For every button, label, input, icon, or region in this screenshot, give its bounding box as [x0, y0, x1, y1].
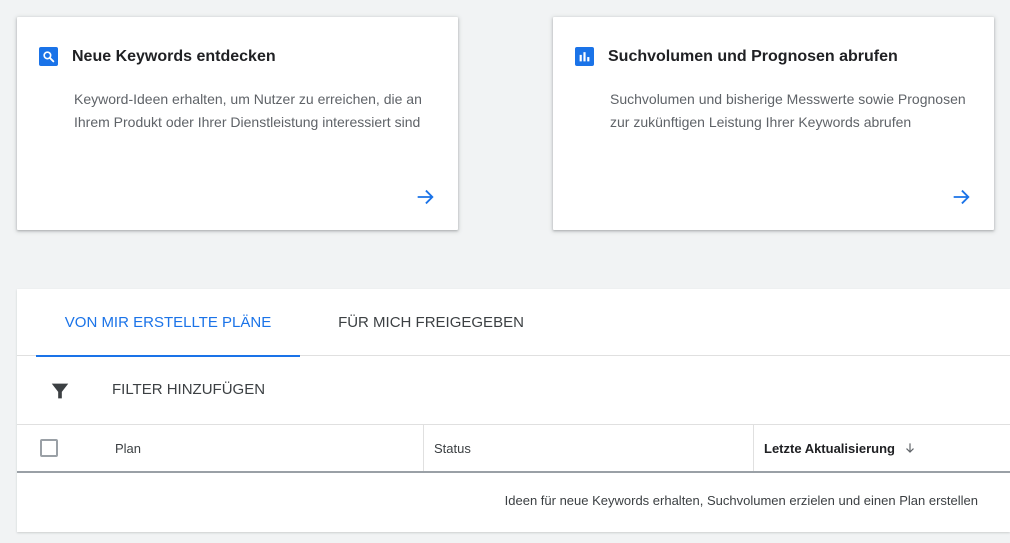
tab-bar: VON MIR ERSTELLTE PLÄNE FÜR MICH FREIGEG… — [17, 289, 1010, 357]
plans-panel: VON MIR ERSTELLTE PLÄNE FÜR MICH FREIGEG… — [17, 289, 1010, 532]
select-all-checkbox[interactable] — [40, 439, 58, 457]
search-icon — [39, 47, 58, 66]
filter-bar: FILTER HINZUFÜGEN — [17, 356, 1010, 425]
discover-keywords-card[interactable]: Neue Keywords entdecken Keyword-Ideen er… — [17, 17, 458, 230]
card-header: Neue Keywords entdecken — [39, 47, 276, 66]
card-title: Neue Keywords entdecken — [72, 47, 276, 65]
bar-chart-icon — [575, 47, 594, 66]
arrow-right-icon[interactable] — [414, 186, 436, 208]
empty-state-row: Ideen für neue Keywords erhalten, Suchvo… — [17, 473, 1010, 530]
table-header: Plan Status Letzte Aktualisierung — [17, 425, 1010, 473]
card-description: Keyword-Ideen erhalten, um Nutzer zu err… — [74, 91, 422, 130]
tab-my-plans[interactable]: VON MIR ERSTELLTE PLÄNE — [36, 289, 300, 357]
arrow-down-icon — [906, 443, 914, 453]
column-header-plan[interactable]: Plan — [115, 425, 423, 471]
empty-state-message: Ideen für neue Keywords erhalten, Suchvo… — [504, 493, 978, 508]
column-header-status[interactable]: Status — [423, 425, 753, 471]
arrow-right-icon[interactable] — [950, 186, 972, 208]
search-volume-forecast-card[interactable]: Suchvolumen und Prognosen abrufen Suchvo… — [553, 17, 994, 230]
card-description: Suchvolumen und bisherige Messwerte sowi… — [610, 91, 966, 130]
tab-shared-with-me[interactable]: FÜR MICH FREIGEGEBEN — [317, 289, 545, 356]
column-header-label: Letzte Aktualisierung — [764, 440, 895, 456]
add-filter-button[interactable]: FILTER HINZUFÜGEN — [112, 381, 265, 398]
card-header: Suchvolumen und Prognosen abrufen — [575, 47, 898, 66]
card-title: Suchvolumen und Prognosen abrufen — [608, 47, 898, 65]
select-all-cell — [17, 425, 81, 471]
filter-icon[interactable] — [49, 380, 71, 402]
column-header-last-updated[interactable]: Letzte Aktualisierung — [753, 425, 1010, 471]
